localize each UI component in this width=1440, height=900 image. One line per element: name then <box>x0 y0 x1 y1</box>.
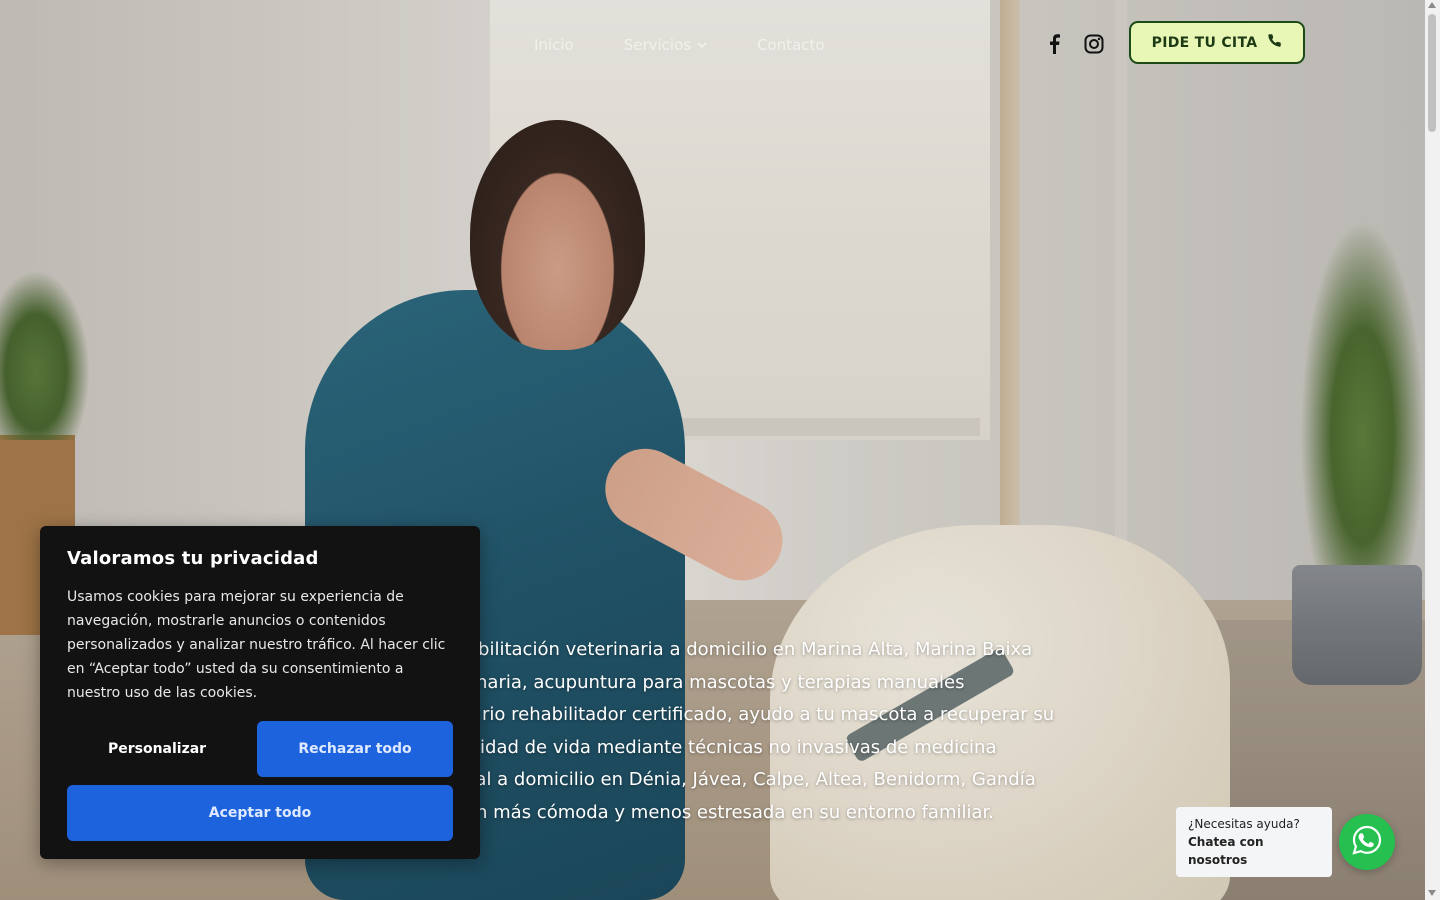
cookie-consent-banner: Valoramos tu privacidad Usamos cookies p… <box>40 526 480 859</box>
whatsapp-question: ¿Necesitas ayuda? <box>1188 817 1300 831</box>
book-appointment-button[interactable]: PIDE TU CITA <box>1129 21 1305 64</box>
nav-item-inicio[interactable]: Inicio <box>534 36 574 54</box>
cookie-body: Usamos cookies para mejorar su experienc… <box>67 589 446 701</box>
cookie-title: Valoramos tu privacidad <box>67 548 319 569</box>
facebook-icon[interactable] <box>1042 32 1066 56</box>
nav-item-label: Contacto <box>757 36 825 54</box>
main-nav: Inicio Servicios Contacto <box>534 36 825 54</box>
whatsapp-button[interactable] <box>1339 814 1395 870</box>
cookie-button-row: Personalizar Rechazar todo <box>67 721 453 777</box>
reject-all-button[interactable]: Rechazar todo <box>257 721 453 777</box>
whatsapp-icon <box>1351 824 1383 860</box>
scroll-down-arrow[interactable] <box>1428 890 1436 896</box>
chevron-down-icon <box>697 36 707 54</box>
book-appointment-label: PIDE TU CITA <box>1151 34 1258 51</box>
nav-item-label: Servicios <box>623 36 692 54</box>
nav-item-servicios[interactable]: Servicios <box>624 36 707 54</box>
whatsapp-prompt[interactable]: ¿Necesitas ayuda? Chatea con nosotros <box>1176 807 1332 877</box>
nav-item-label: Inicio <box>534 36 574 54</box>
phone-icon <box>1267 33 1282 52</box>
accept-all-button[interactable]: Aceptar todo <box>67 785 453 841</box>
customize-cookies-button[interactable]: Personalizar <box>67 721 247 777</box>
scroll-up-arrow[interactable] <box>1428 2 1436 8</box>
scroll-thumb[interactable] <box>1428 14 1436 132</box>
nav-item-contacto[interactable]: Contacto <box>757 36 825 54</box>
whatsapp-cta: Chatea con nosotros <box>1188 835 1264 867</box>
instagram-icon[interactable] <box>1082 32 1106 56</box>
page-scrollbar[interactable] <box>1425 0 1440 900</box>
